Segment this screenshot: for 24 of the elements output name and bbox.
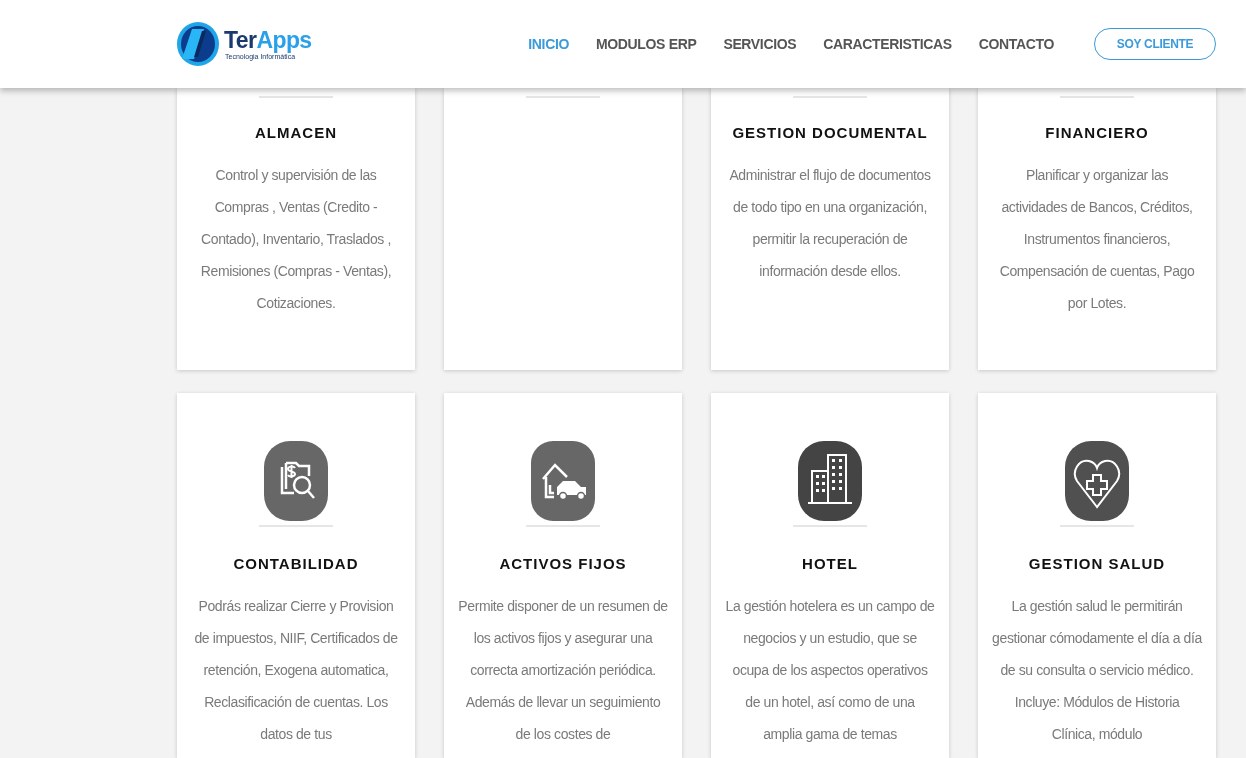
card-description: Administrar el flujo de documentos de todo tipo en una organización, permitir la recuperación de información desde ellos. [728, 165, 932, 281]
card-description: Planificar y organizar las actividades de Bancos, Créditos, Instrumentos financieros, Compensación de cuentas, Pago por Lotes. [998, 165, 1196, 313]
card-title: FINANCIERO [1045, 123, 1149, 143]
card-title: HOTEL [802, 554, 858, 574]
card-title: ALMACEN [255, 123, 337, 143]
nav-link[interactable]: SERVICIOS [723, 33, 797, 55]
document-percent-icon [264, 441, 328, 521]
card-description: La gestión salud le permitirán gestionar cómodamente el día a día de su consulta o servicio médico. Incluye: Módulos de Historia Clínica, módulo [992, 596, 1202, 744]
nav-link[interactable]: CONTACTO [978, 33, 1054, 55]
card-description: Podrás realizar Cierre y Provision de impuestos, NIIF, Certificados de retención, Exogena automatica, Reclasificación de cuentas. Los datos de tus [193, 596, 399, 744]
card-description: Control y supervisión de las Compras , Ventas (Credito - Contado), Inventario, Traslados , Remisiones (Compras - Ventas), Cotizaciones. [199, 165, 393, 313]
nav-link[interactable]: MODULOS ERP [596, 33, 697, 55]
card-description: Permite disponer de un resumen de los activos fijos y asegurar una correcta amortización periódica. Además de llevar un seguimiento de los costes de [458, 596, 668, 744]
card-title: ACTIVOS FIJOS [499, 554, 627, 574]
card-title: GESTION SALUD [1028, 554, 1166, 574]
card-title: CONTABILIDAD [233, 554, 359, 574]
card-title: GESTION DOCUMENTAL [732, 123, 928, 143]
buildings-icon [798, 441, 862, 521]
heart-cross-icon [1065, 441, 1129, 521]
logo-text: TerApps [224, 27, 312, 52]
nav-link[interactable]: CARACTERISTICAS [823, 33, 952, 55]
house-car-icon [531, 441, 595, 521]
card-description: La gestión hotelera es un campo de negocios y un estudio, que se ocupa de los aspectos operativos de un hotel, así como de una amplia gama de temas [725, 596, 935, 744]
logo-icon [176, 21, 220, 67]
